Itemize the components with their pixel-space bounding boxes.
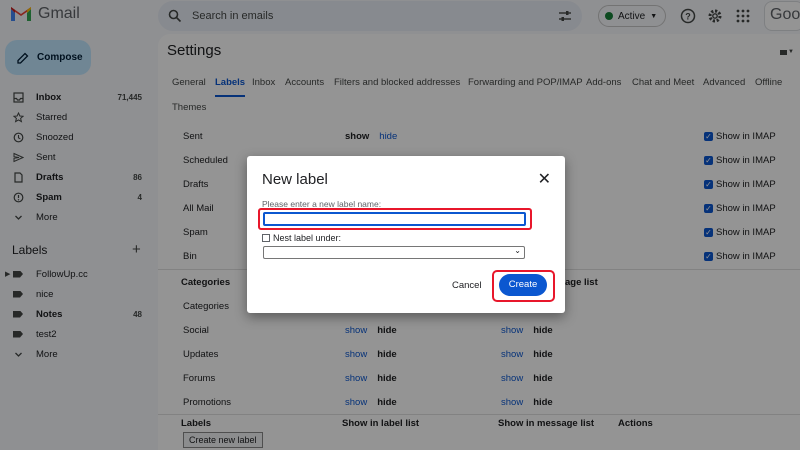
nest-label-checkbox[interactable] — [262, 234, 270, 242]
nest-label-option: Nest label under: — [262, 233, 341, 243]
dialog-title: New label — [262, 171, 328, 188]
parent-label-select[interactable]: ⌄ — [263, 246, 525, 259]
create-highlight-box — [492, 270, 555, 302]
new-label-dialog: New label ✕ Please enter a new label nam… — [247, 156, 565, 313]
close-icon[interactable]: ✕ — [538, 169, 551, 189]
cancel-button[interactable]: Cancel — [452, 280, 482, 291]
chevron-down-icon: ⌄ — [514, 246, 521, 255]
nest-label-text: Nest label under: — [273, 233, 342, 243]
input-highlight-box — [258, 208, 532, 230]
